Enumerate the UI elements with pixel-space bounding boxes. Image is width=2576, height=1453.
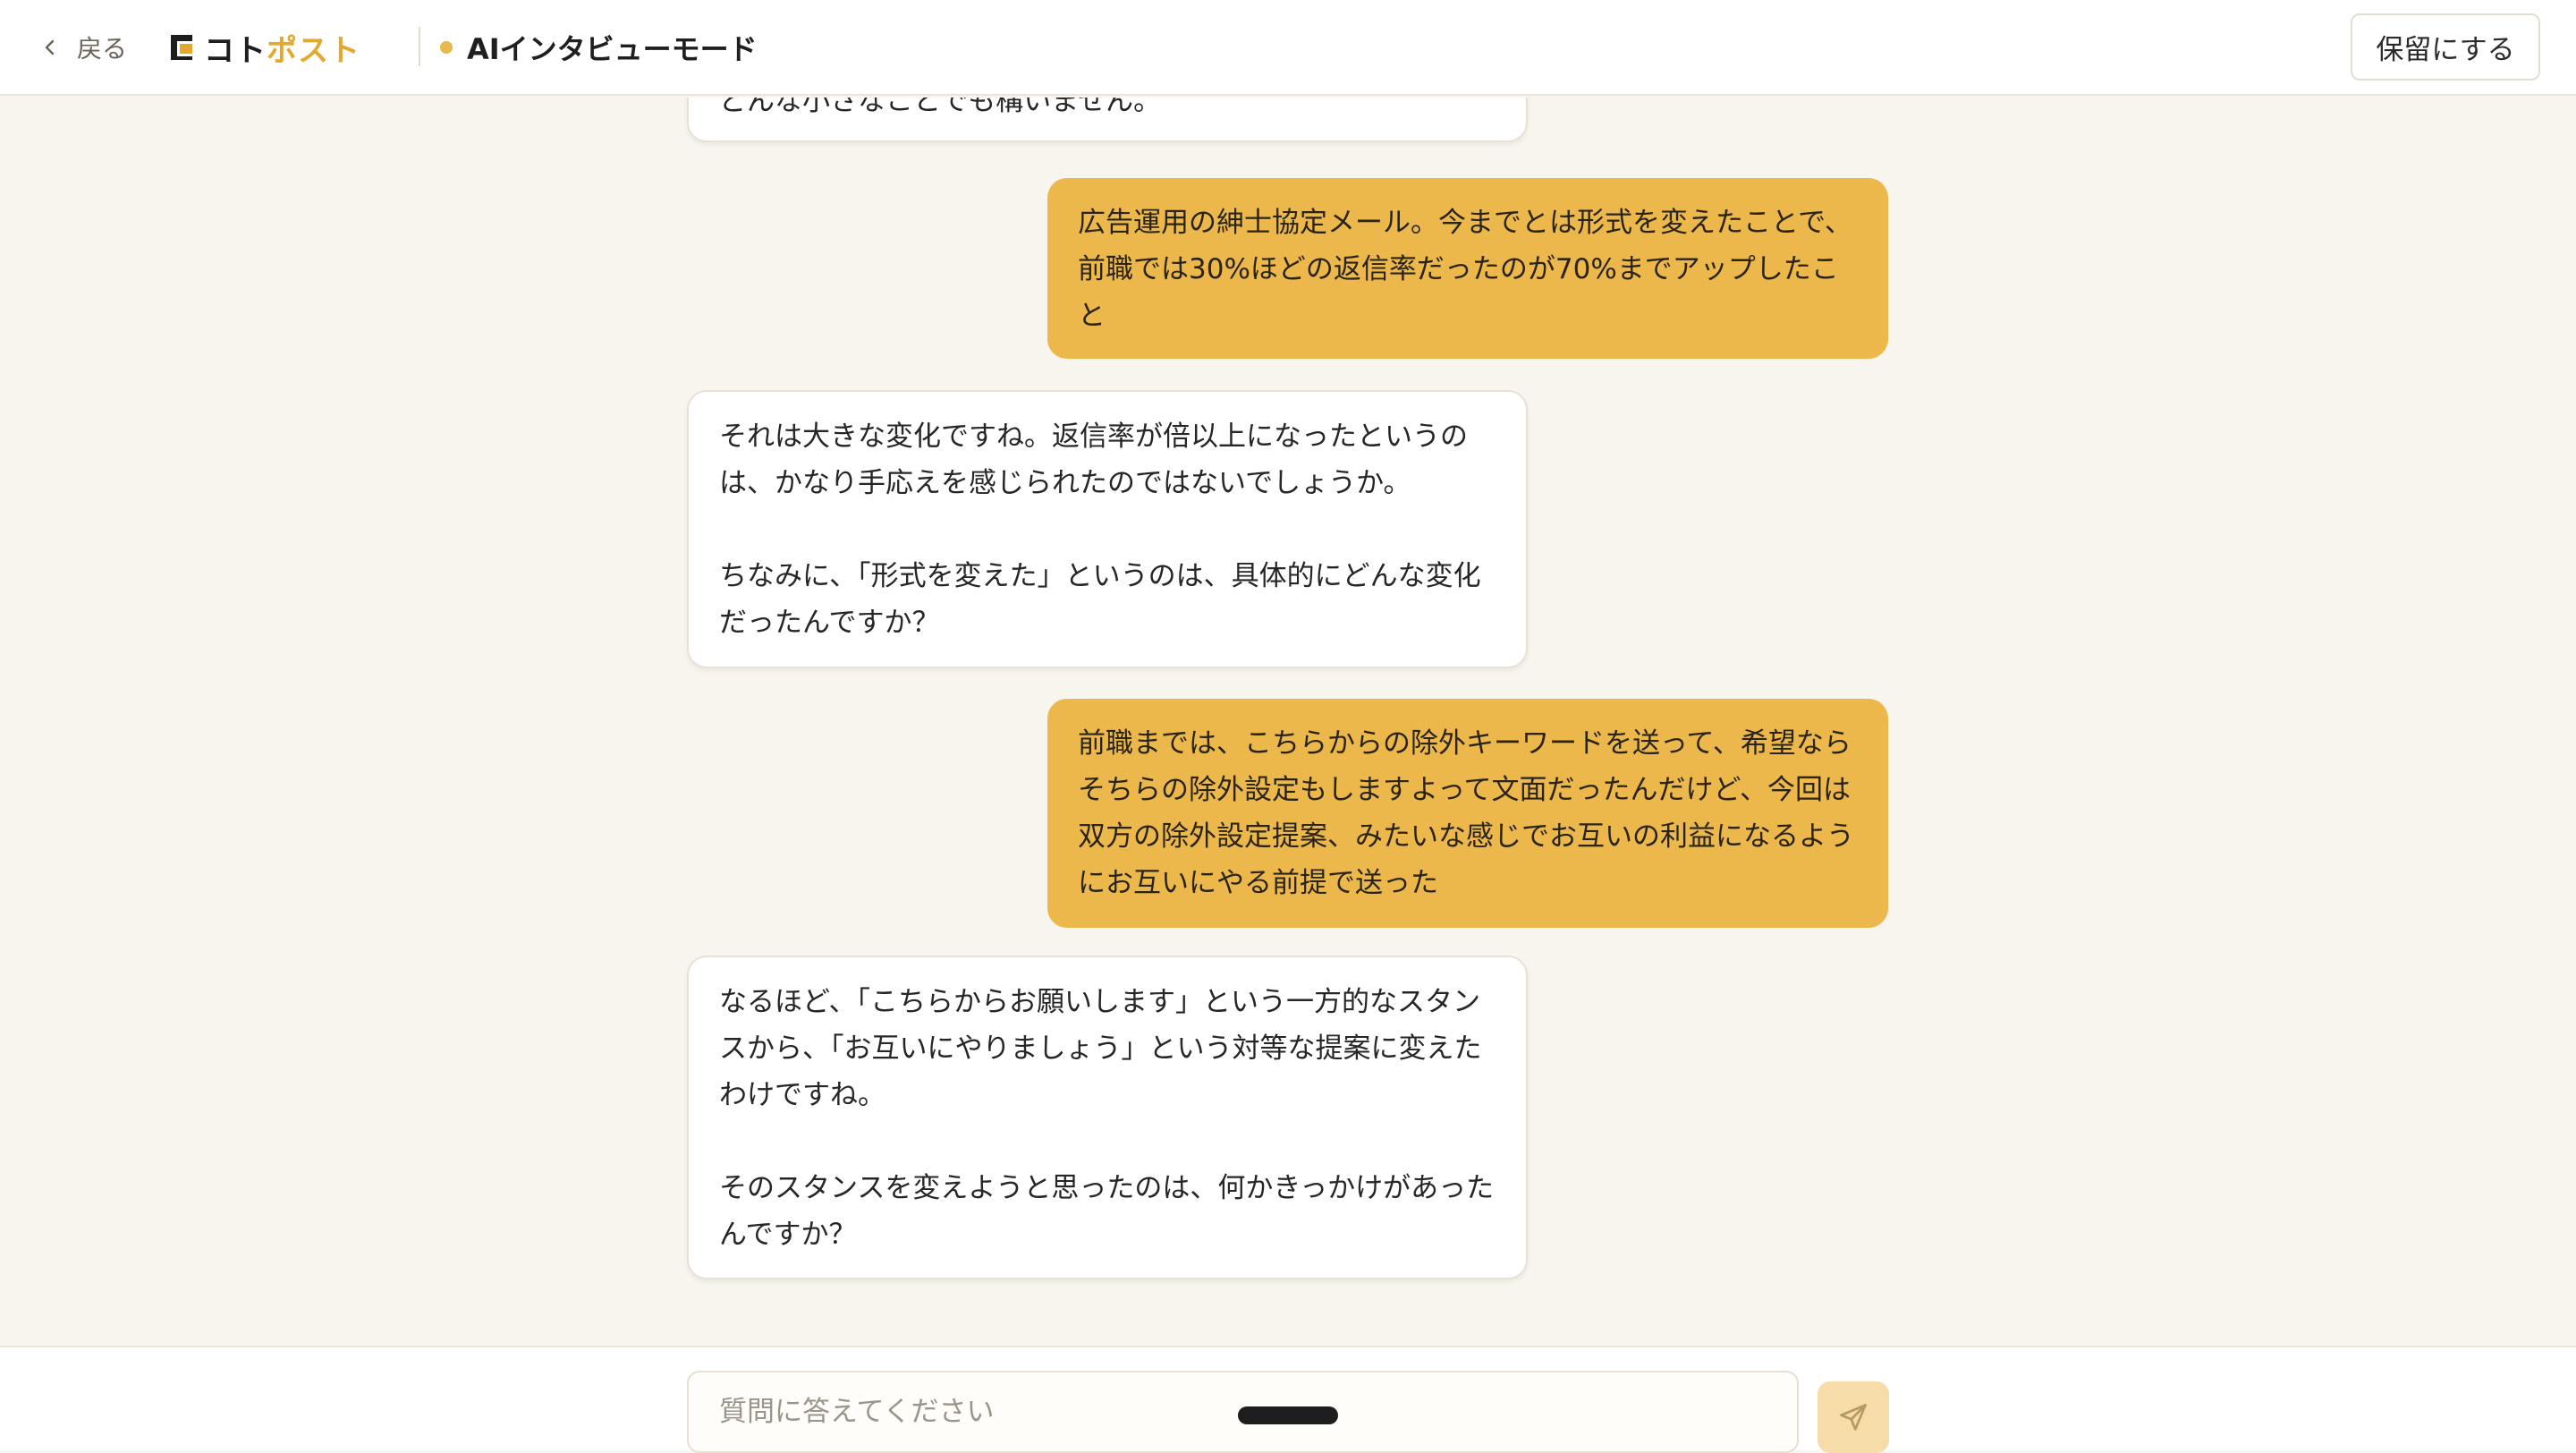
ai-message: なるほど、「こちらからお願いします」という一方的なスタンスから、「お互いにやりま… — [687, 956, 1528, 1279]
logo-text: コトポスト — [204, 26, 360, 70]
mode-label: AIインタビューモード — [467, 32, 758, 66]
send-button[interactable] — [1818, 1381, 1889, 1453]
top-bar: 戻る コトポスト AIインタビューモード 保留にする — [0, 0, 2576, 96]
hold-button[interactable]: 保留にする — [2351, 13, 2540, 81]
back-label: 戻る — [77, 34, 128, 64]
header-divider — [419, 27, 420, 66]
mode-status-dot — [440, 41, 453, 54]
back-button[interactable]: 戻る — [39, 27, 127, 68]
ai-message: それは大きな変化ですね。返信率が倍以上になったというのは、かなり手応えを感じられ… — [687, 390, 1528, 668]
mode-indicator: AIインタビューモード — [440, 27, 758, 68]
logo-text-accent: ポスト — [267, 32, 360, 69]
chat-thread[interactable]: どんな小さなことでも構いません。 広告運用の紳士協定メール。今までとは形式を変え… — [0, 98, 2576, 1346]
logo-mark-icon — [171, 35, 192, 60]
user-message: 前職までは、こちらからの除外キーワードを送って、希望ならそちらの除外設定もします… — [1047, 699, 1888, 928]
logo-text-main: コト — [204, 32, 267, 69]
composer — [0, 1346, 2576, 1453]
logo: コトポスト — [168, 26, 360, 70]
user-message: 広告運用の紳士協定メール。今までとは形式を変えたことで、前職では30%ほどの返信… — [1047, 178, 1888, 359]
ai-message: どんな小さなことでも構いません。 — [687, 98, 1528, 142]
home-indicator — [1238, 1406, 1338, 1424]
paper-plane-icon — [1840, 1404, 1867, 1431]
chevron-left-icon — [45, 39, 55, 55]
